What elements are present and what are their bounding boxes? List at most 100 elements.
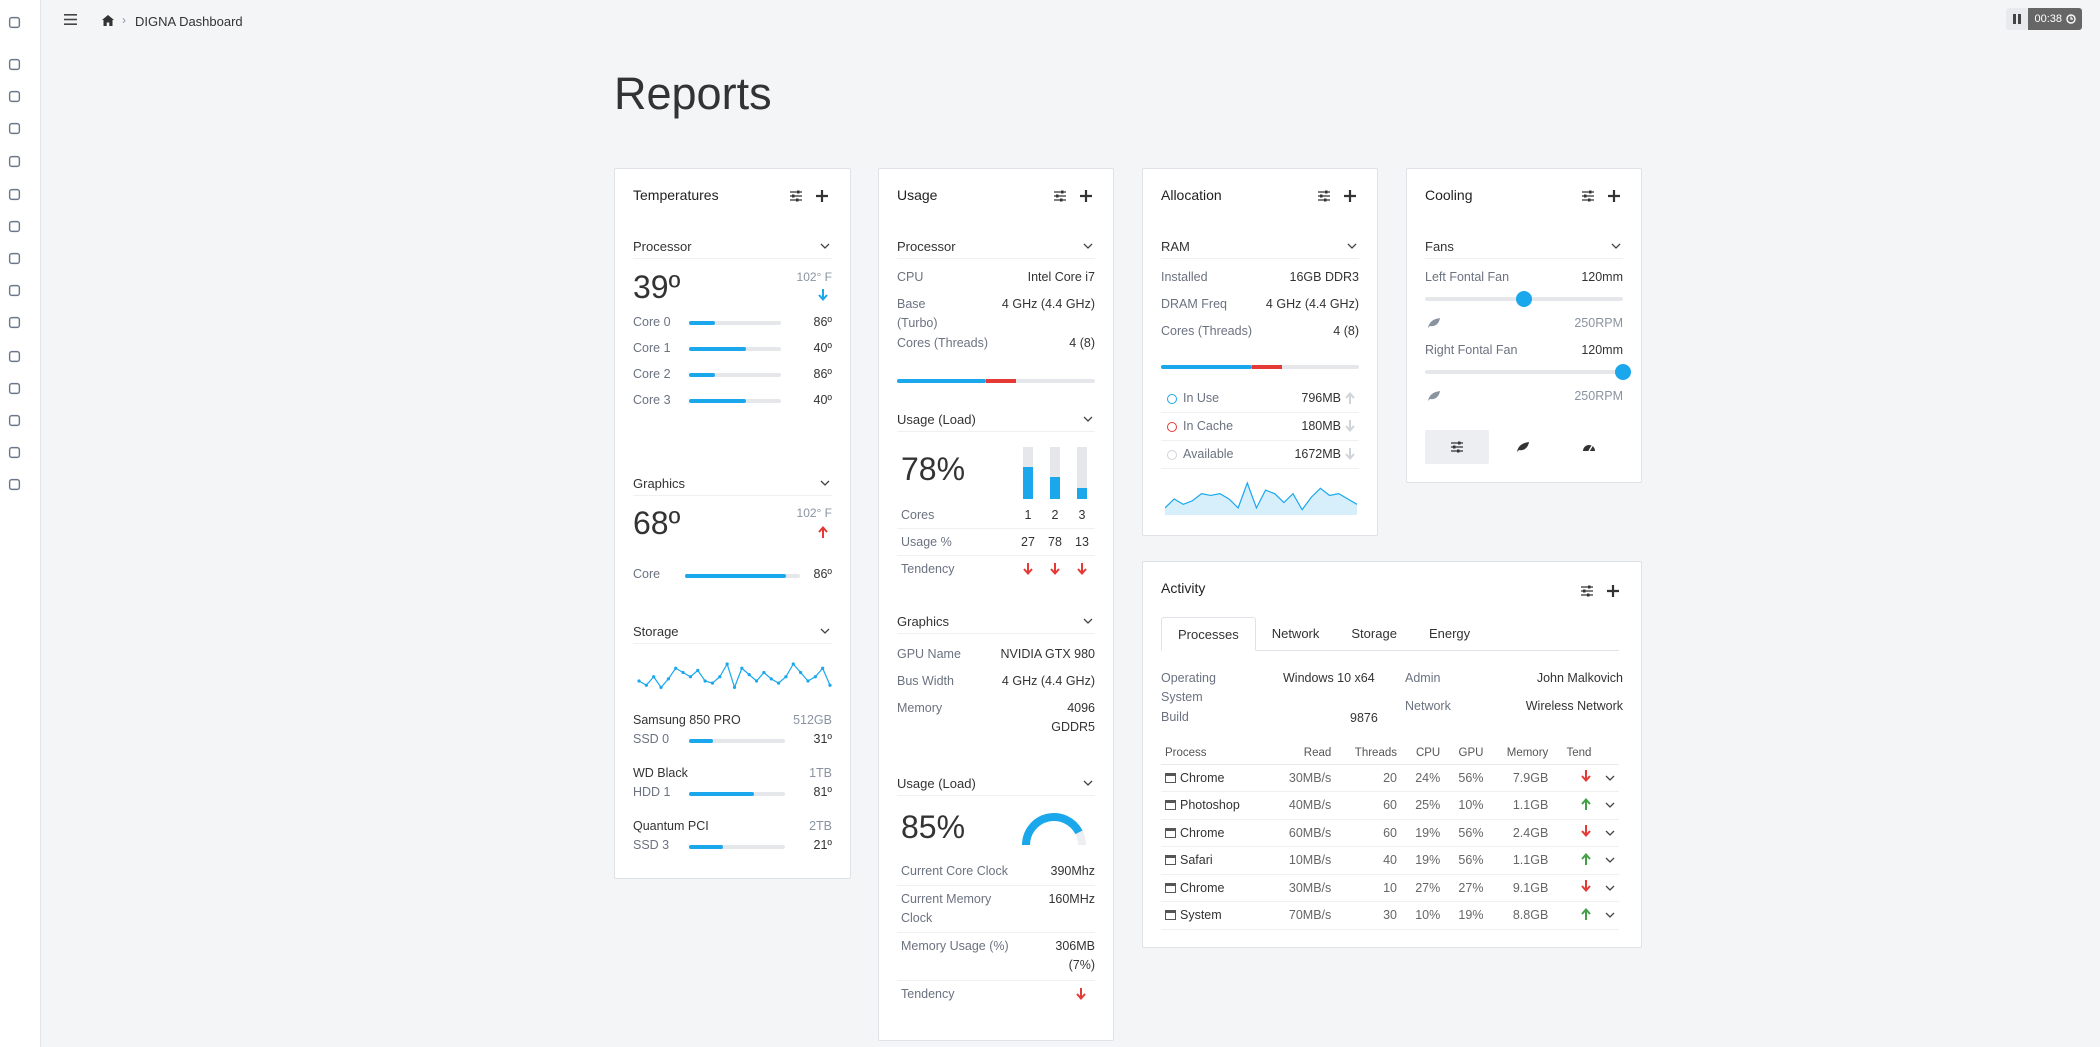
expand-row-button[interactable] — [1595, 819, 1619, 847]
left-fan-label: Left Fontal Fan — [1425, 270, 1510, 284]
section-label: Processor — [897, 239, 956, 254]
graphics-core-bar — [685, 574, 800, 578]
page-title: Reports — [614, 68, 772, 119]
section-processor[interactable]: Processor — [633, 239, 832, 259]
tab-energy[interactable]: Energy — [1413, 617, 1486, 651]
grid-icon[interactable] — [6, 120, 22, 136]
drive-type: HDD 1 — [633, 785, 671, 799]
bookmark-icon[interactable] — [6, 444, 22, 460]
home-icon[interactable] — [102, 15, 114, 26]
plus-icon[interactable] — [1606, 584, 1620, 598]
section-usage-load[interactable]: Usage (Load) — [897, 412, 1095, 432]
eco-mode-button[interactable] — [1491, 430, 1555, 464]
column-header[interactable]: Process — [1161, 742, 1270, 765]
expand-row-button[interactable] — [1595, 764, 1619, 792]
tendency-label: Tendency — [901, 987, 955, 1001]
tab-network[interactable]: Network — [1256, 617, 1336, 651]
left-fan-slider-handle[interactable] — [1516, 291, 1532, 307]
arrow-up-icon — [1345, 448, 1355, 463]
section-graphics[interactable]: Graphics — [633, 476, 832, 496]
sparkline-point — [732, 685, 737, 689]
column-header[interactable]: CPU — [1400, 742, 1445, 765]
sparkline-point — [703, 679, 707, 683]
chart-line-icon[interactable] — [6, 56, 22, 72]
tab-processes[interactable]: Processes — [1161, 617, 1256, 651]
table-row[interactable]: Chrome 30MB/s 20 24% 56% 7.9GB — [1161, 764, 1619, 792]
core-temperature-bar — [689, 373, 781, 377]
left-fan-slider[interactable] — [1425, 291, 1623, 307]
sliders-icon[interactable] — [1317, 189, 1331, 203]
sliders-icon[interactable] — [1580, 584, 1594, 598]
tab-storage[interactable]: Storage — [1335, 617, 1413, 651]
process-gpu: 27% — [1444, 874, 1488, 902]
column-header[interactable]: Read — [1269, 742, 1336, 765]
folder-open-icon[interactable] — [6, 476, 22, 492]
sliders-icon[interactable] — [1053, 189, 1067, 203]
card-title: Usage — [897, 187, 938, 203]
gauge-fill — [1022, 813, 1083, 846]
expand-row-button[interactable] — [1595, 846, 1619, 875]
graphics-core-label: Core — [633, 567, 661, 581]
copy-icon[interactable] — [6, 153, 22, 169]
table-row[interactable]: System 70MB/s 30 10% 19% 8.8GB — [1161, 901, 1619, 930]
table-row[interactable]: Photoshop 40MB/s 60 25% 10% 1.1GB — [1161, 791, 1619, 820]
plus-icon[interactable] — [1607, 189, 1621, 203]
sliders-icon[interactable] — [1581, 189, 1595, 203]
leaf-icon — [1428, 391, 1440, 401]
toggle-icon[interactable] — [6, 218, 22, 234]
fan-settings-button[interactable] — [1425, 430, 1489, 464]
checkbox-icon[interactable] — [6, 282, 22, 298]
performance-mode-button[interactable] — [1557, 430, 1621, 464]
plus-icon[interactable] — [1079, 189, 1093, 203]
sparkline-point — [754, 679, 759, 683]
columns-icon[interactable] — [6, 186, 22, 202]
table-row[interactable]: Safari 10MB/s 40 19% 56% 1.1GB — [1161, 846, 1619, 875]
sparkline-point — [776, 681, 781, 685]
breadcrumb-current[interactable]: DIGNA Dashboard — [135, 14, 243, 29]
section-graphics[interactable]: Graphics — [897, 614, 1095, 634]
process-gpu: 56% — [1444, 819, 1488, 847]
user-icon[interactable] — [6, 14, 22, 30]
table-row[interactable]: Chrome 60MB/s 60 19% 56% 2.4GB — [1161, 819, 1619, 847]
drive-temperature-bar — [689, 792, 785, 796]
column-header[interactable]: GPU — [1444, 742, 1488, 765]
pause-button[interactable] — [2006, 8, 2029, 30]
process-read: 70MB/s — [1269, 901, 1336, 930]
pie-chart-icon[interactable] — [6, 250, 22, 266]
plus-icon[interactable] — [815, 189, 829, 203]
star-icon[interactable] — [6, 412, 22, 428]
table-header-row: Process Read Threads CPU GPU Memory Tend — [1161, 742, 1619, 765]
core-temperature-value: 40º — [813, 393, 832, 407]
sparkline-point — [652, 675, 656, 679]
drive-temperature-bar — [689, 845, 785, 849]
pointer-icon[interactable] — [6, 348, 22, 364]
sliders-icon[interactable] — [789, 189, 803, 203]
right-fan-slider-handle[interactable] — [1615, 364, 1631, 380]
expand-row-button[interactable] — [1595, 874, 1619, 902]
section-fans[interactable]: Fans — [1425, 239, 1623, 259]
home-icon[interactable] — [6, 88, 22, 104]
table-row[interactable]: Chrome 30MB/s 10 27% 27% 9.1GB — [1161, 874, 1619, 902]
expand-row-button[interactable] — [1595, 901, 1619, 930]
process-gpu: 19% — [1444, 901, 1488, 930]
sparkline-point — [791, 662, 795, 666]
column-header[interactable]: Memory — [1487, 742, 1553, 765]
sparkline-point — [784, 675, 788, 679]
card-title: Activity — [1161, 580, 1206, 596]
board-icon[interactable] — [6, 314, 22, 330]
column-header[interactable]: Threads — [1335, 742, 1401, 765]
section-storage[interactable]: Storage — [633, 624, 832, 644]
expand-row-button[interactable] — [1595, 791, 1619, 820]
clone-icon[interactable] — [6, 380, 22, 396]
section-usage-load-gpu[interactable]: Usage (Load) — [897, 776, 1095, 796]
column-header[interactable]: Tend — [1552, 742, 1596, 765]
section-ram[interactable]: RAM — [1161, 239, 1359, 259]
right-fan-slider[interactable] — [1425, 364, 1631, 380]
menu-icon[interactable] — [64, 14, 77, 25]
base-label: Base — [897, 297, 926, 311]
installed-label: Installed — [1161, 270, 1208, 284]
plus-icon[interactable] — [1343, 189, 1357, 203]
process-name-text: System — [1180, 908, 1222, 923]
section-processor[interactable]: Processor — [897, 239, 1095, 259]
process-cpu: 27% — [1400, 874, 1445, 902]
